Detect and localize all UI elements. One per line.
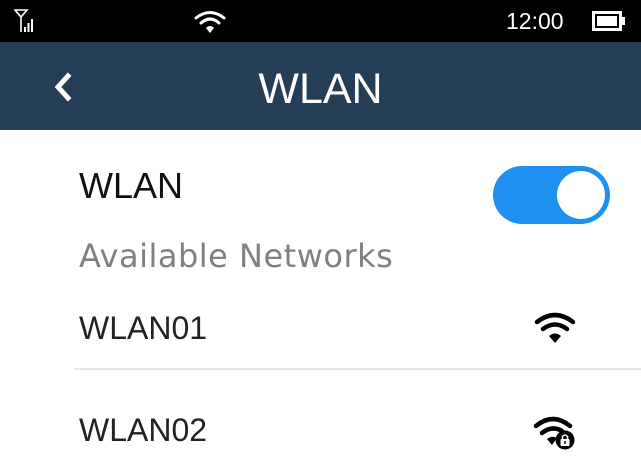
settings-content: WLAN Available Networks WLAN01 WLAN02 xyxy=(0,130,641,452)
signal-icon xyxy=(14,9,33,32)
network-name: WLAN02 xyxy=(79,412,208,448)
nav-bar: WLAN xyxy=(0,42,641,130)
wifi-icon xyxy=(194,11,226,33)
page-title: WLAN xyxy=(258,65,383,113)
status-time: 12:00 xyxy=(506,8,564,34)
list-divider xyxy=(74,368,641,370)
network-item-wlan01[interactable]: WLAN01 xyxy=(0,286,641,370)
back-button[interactable] xyxy=(50,70,76,104)
toggle-knob xyxy=(557,171,605,219)
network-item-wlan02[interactable]: WLAN02 xyxy=(0,388,641,472)
battery-icon xyxy=(592,11,625,31)
wifi-locked-icon xyxy=(533,416,575,450)
wifi-signal-icon xyxy=(534,312,576,343)
wlan-toggle-row: WLAN xyxy=(0,152,641,224)
network-name: WLAN01 xyxy=(79,310,208,346)
wlan-toggle-label: WLAN xyxy=(79,165,184,206)
available-networks-header: Available Networks xyxy=(79,237,394,275)
status-bar: 12:00 xyxy=(0,0,641,42)
wlan-toggle-switch[interactable] xyxy=(493,166,610,224)
